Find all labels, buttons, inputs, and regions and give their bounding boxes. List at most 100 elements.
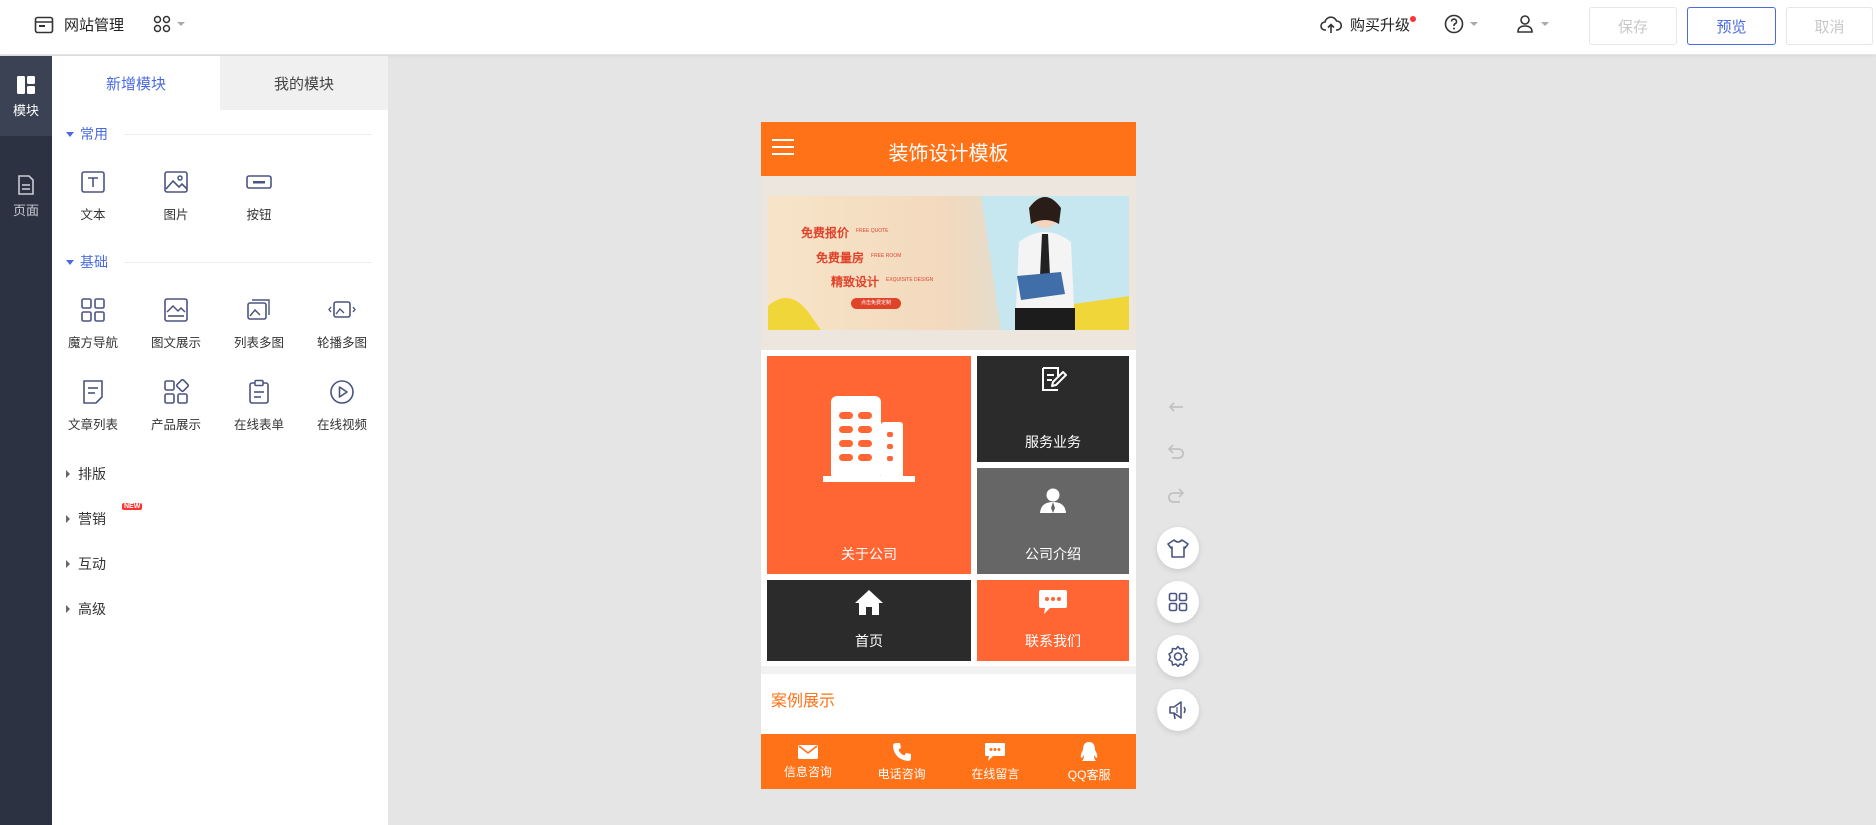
caret-right-icon [66,560,70,568]
tile-contact[interactable]: 联系我们 [977,580,1129,661]
mobile-title: 装饰设计模板 [888,143,1009,165]
caret-right-icon [66,515,70,523]
upgrade-button[interactable]: 购买升级 [1320,14,1417,35]
play-icon [330,380,354,404]
chevron-down-icon [1541,22,1549,26]
footer-phone-consult[interactable]: 电话咨询 [855,734,949,789]
section-layout-label: 排版 [78,466,106,482]
tile-service[interactable]: 服务业务 [977,356,1129,462]
module-label: 文本 [80,208,106,222]
tile-contact-label: 联系我们 [1025,633,1081,649]
modules-icon [17,75,35,94]
section-marketing[interactable]: 营销 NEW [66,503,143,529]
browser-window-icon [34,16,54,33]
banner-line2: 免费量房 [816,251,865,265]
tab-my-modules[interactable]: 我的模块 [220,56,388,110]
module-label: 图片 [163,208,189,222]
help-button[interactable] [1444,14,1478,34]
mobile-header: 装饰设计模板 [761,122,1136,176]
preview-button[interactable]: 预览 [1687,7,1776,45]
case-section: 案例展示 [761,674,1136,734]
section-basic[interactable]: 基础 [66,252,372,272]
settings-button[interactable] [1157,635,1199,677]
module-label: 产品展示 [150,418,201,432]
tile-about-company[interactable]: 关于公司 [767,356,971,574]
qq-penguin-icon [1080,741,1098,761]
mobile-footer-bar: 信息咨询 电话咨询 在线留言 QQ客服 [761,734,1136,789]
grid-icon [1168,592,1188,612]
footer-info-consult[interactable]: 信息咨询 [761,734,855,789]
section-advanced-label: 高级 [78,601,106,617]
footer-qq-service[interactable]: QQ客服 [1042,734,1136,789]
module-online-video[interactable]: 在线视频 [301,378,383,448]
megaphone-icon [1169,701,1186,720]
tile-about-label: 关于公司 [841,546,897,562]
apps-menu-button[interactable] [153,15,185,33]
new-badge: NEW [122,503,143,510]
caret-down-icon [66,131,74,137]
theme-button[interactable] [1157,527,1199,569]
article-list-icon [83,380,103,404]
banner-line3-sub: EXQUISITE DESIGN [886,277,934,283]
undo-icon[interactable] [1166,441,1186,461]
section-common[interactable]: 常用 [66,124,372,144]
message-icon [985,742,1006,761]
banner-line3: 精致设计 [831,275,880,289]
redo-icon[interactable] [1166,485,1186,505]
module-article-list[interactable]: 文章列表 [52,378,134,448]
section-interaction[interactable]: 互动 [66,554,106,574]
banner-image[interactable]: 免费报价 FREE QUOTE 免费量房 FREE ROOM 精致设计 EXQU… [761,176,1136,350]
edit-document-icon [1042,367,1067,391]
module-image-text[interactable]: 图文展示 [135,296,217,366]
module-list-images[interactable]: 列表多图 [218,296,300,366]
save-button[interactable]: 保存 [1589,7,1677,45]
module-text[interactable]: 文本 [52,168,134,238]
tab-add-module[interactable]: 新增模块 [52,56,220,110]
user-menu-button[interactable] [1515,14,1549,34]
module-carousel[interactable]: 轮播多图 [301,296,383,366]
grid-icon [153,15,171,33]
section-interaction-label: 互动 [78,556,106,572]
footer-online-message[interactable]: 在线留言 [949,734,1043,789]
mail-icon [797,744,818,759]
button-icon [246,175,272,189]
section-advanced[interactable]: 高级 [66,599,106,619]
clipboard-icon [249,379,269,404]
modules-grid-button[interactable] [1157,581,1199,623]
rail-pages-label: 页面 [12,202,39,218]
building-icon [823,396,915,482]
module-label: 文章列表 [67,418,118,432]
module-product-display[interactable]: 产品展示 [135,378,217,448]
banner-line2-sub: FREE ROOM [871,253,902,259]
cancel-button[interactable]: 取消 [1786,7,1873,45]
home-icon [855,590,883,615]
tile-home[interactable]: 首页 [767,580,971,661]
section-marketing-label: 营销 [78,511,106,527]
module-online-form[interactable]: 在线表单 [218,378,300,448]
phone-icon [892,742,911,761]
rail-item-modules[interactable]: 模块 [0,56,52,136]
section-layout[interactable]: 排版 [66,464,106,484]
tile-company-intro[interactable]: 公司介绍 [977,468,1129,574]
module-magic-nav[interactable]: 魔方导航 [52,296,134,366]
product-display-icon [164,378,190,404]
image-text-icon [164,298,188,322]
divider [124,261,372,263]
chat-bubble-icon [1039,590,1067,614]
module-image[interactable]: 图片 [135,168,217,238]
announcement-button[interactable] [1157,689,1199,731]
site-manage-button[interactable]: 网站管理 [34,14,124,35]
banner-line1: 免费报价 [801,226,850,240]
gear-icon [1168,645,1188,667]
module-button[interactable]: 按钮 [218,168,300,238]
module-label: 按钮 [246,208,272,222]
caret-right-icon [66,470,70,478]
module-label: 列表多图 [233,336,284,350]
case-title: 案例展示 [771,693,836,710]
carousel-icon [328,301,356,318]
user-icon [1517,15,1533,33]
chevron-down-icon [1470,22,1478,26]
rail-item-pages[interactable]: 页面 [0,156,52,236]
notification-dot [1410,16,1417,22]
arrow-left-icon[interactable] [1166,397,1186,417]
